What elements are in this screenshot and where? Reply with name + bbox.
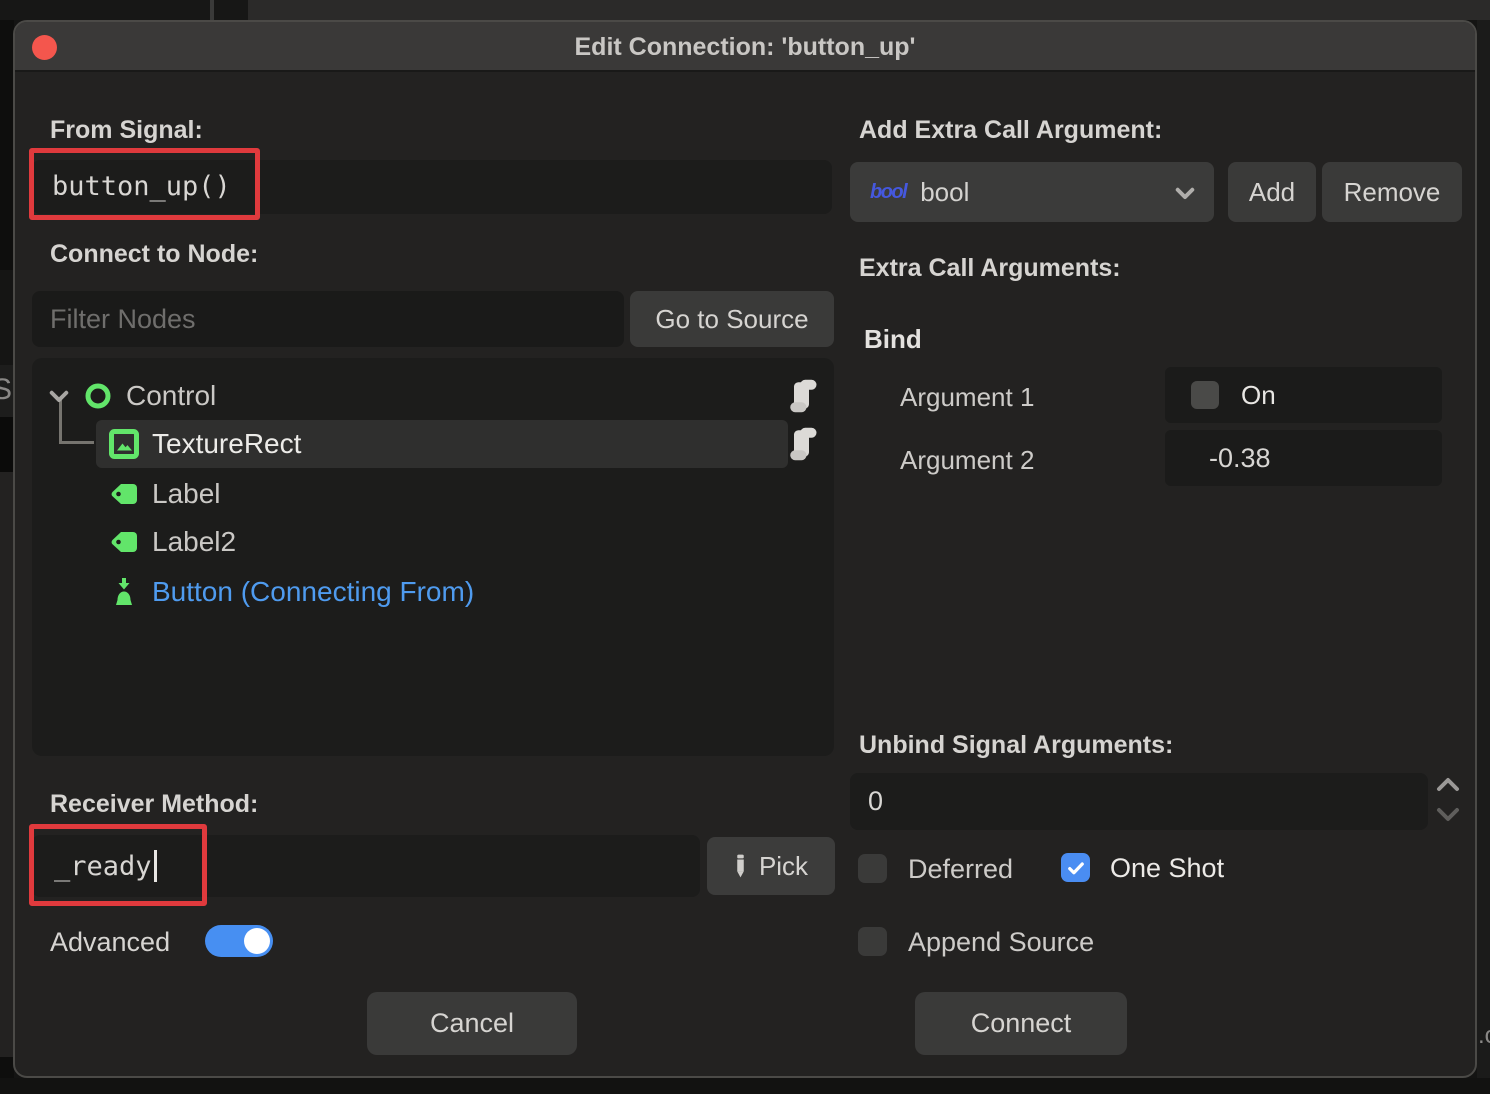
pencil-icon xyxy=(734,853,747,879)
tree-item-label: Label xyxy=(152,478,221,510)
add-extra-call-argument-label: Add Extra Call Argument: xyxy=(859,116,1162,145)
tree-row-texture-rect[interactable]: TextureRect xyxy=(108,420,788,468)
one-shot-label: One Shot xyxy=(1110,853,1224,884)
dialog-title: Edit Connection: 'button_up' xyxy=(15,22,1475,72)
bool-type-icon: bool xyxy=(870,181,906,204)
receiver-method-value: _ready xyxy=(54,851,152,882)
background-top-strip xyxy=(0,0,1490,20)
one-shot-checkbox[interactable] xyxy=(1061,853,1090,882)
tree-row-control[interactable]: Control xyxy=(46,372,806,420)
node-tree: Control TextureRect xyxy=(32,358,834,756)
background-right-dock: .o xyxy=(1477,20,1490,1078)
add-argument-button[interactable]: Add xyxy=(1228,162,1316,222)
filter-nodes-input[interactable] xyxy=(32,291,624,347)
connect-button[interactable]: Connect xyxy=(915,992,1127,1055)
background-divider xyxy=(210,0,214,20)
argument1-label: Argument 1 xyxy=(900,382,1034,413)
go-to-source-button[interactable]: Go to Source xyxy=(630,291,834,347)
remove-argument-button[interactable]: Remove xyxy=(1322,162,1462,222)
pick-button-label: Pick xyxy=(759,851,808,882)
tree-row-button-connecting-from[interactable]: Button (Connecting From) xyxy=(108,568,788,616)
texture-rect-icon xyxy=(108,428,140,460)
background-band xyxy=(0,270,14,365)
screen: S .o Edit Connection: 'button_up' From S… xyxy=(0,0,1490,1094)
deferred-label: Deferred xyxy=(908,854,1013,885)
connect-to-node-label: Connect to Node: xyxy=(50,240,258,269)
cancel-button[interactable]: Cancel xyxy=(367,992,577,1055)
argument1-checkbox[interactable] xyxy=(1191,381,1219,409)
background-text-fragment: .o xyxy=(1478,1022,1490,1050)
extra-call-arguments-label: Extra Call Arguments: xyxy=(859,254,1121,283)
deferred-checkbox[interactable] xyxy=(858,854,887,883)
advanced-label: Advanced xyxy=(50,927,170,958)
tree-item-label: Control xyxy=(126,380,216,412)
from-signal-label: From Signal: xyxy=(50,116,203,145)
chevron-down-icon xyxy=(1172,180,1198,213)
tree-row-label[interactable]: Label xyxy=(108,470,788,518)
dialog-titlebar[interactable]: Edit Connection: 'button_up' xyxy=(15,22,1475,72)
background-panel-strip xyxy=(248,0,1490,20)
argument-type-value: bool xyxy=(920,177,969,208)
from-signal-input[interactable]: button_up() xyxy=(32,160,832,214)
control-icon xyxy=(82,380,114,412)
argument1-value: On xyxy=(1241,380,1276,411)
unbind-count-spinbox[interactable]: 0 xyxy=(850,773,1428,830)
tree-item-label: Label2 xyxy=(152,526,236,558)
background-left-dock: S xyxy=(0,20,14,1094)
background-text-fragment: S xyxy=(0,373,12,407)
toggle-knob xyxy=(244,928,270,954)
bind-section-label: Bind xyxy=(864,324,922,355)
pick-button[interactable]: Pick xyxy=(707,837,835,895)
unbind-signal-arguments-label: Unbind Signal Arguments: xyxy=(859,731,1173,760)
chevron-down-icon[interactable] xyxy=(46,383,72,409)
argument-type-dropdown[interactable]: bool bool xyxy=(850,162,1214,222)
text-caret xyxy=(154,850,157,882)
argument2-label: Argument 2 xyxy=(900,445,1034,476)
advanced-toggle[interactable] xyxy=(205,925,273,957)
edit-connection-dialog: Edit Connection: 'button_up' From Signal… xyxy=(13,20,1477,1078)
button-icon xyxy=(108,576,140,608)
background-bottom-strip xyxy=(0,1078,1490,1094)
background-band xyxy=(0,472,14,1057)
script-icon[interactable] xyxy=(789,378,819,414)
background-band: S xyxy=(0,365,14,417)
argument1-value-field[interactable]: On xyxy=(1165,367,1442,423)
argument2-value-field[interactable]: -0.38 xyxy=(1165,430,1442,486)
script-icon[interactable] xyxy=(789,426,819,462)
tree-row-label2[interactable]: Label2 xyxy=(108,518,788,566)
label-icon xyxy=(108,478,140,510)
label-icon xyxy=(108,526,140,558)
receiver-method-input[interactable]: _ready xyxy=(32,835,700,897)
receiver-method-label: Receiver Method: xyxy=(50,790,258,819)
tree-item-label: Button (Connecting From) xyxy=(152,576,474,608)
chevron-down-icon xyxy=(1434,804,1462,824)
append-source-checkbox[interactable] xyxy=(858,927,887,956)
background-band xyxy=(0,417,14,472)
spinbox-arrows[interactable] xyxy=(1434,775,1462,827)
check-icon xyxy=(1066,858,1086,878)
append-source-label: Append Source xyxy=(908,927,1094,958)
tree-item-label: TextureRect xyxy=(152,428,301,460)
chevron-up-icon xyxy=(1434,775,1462,795)
